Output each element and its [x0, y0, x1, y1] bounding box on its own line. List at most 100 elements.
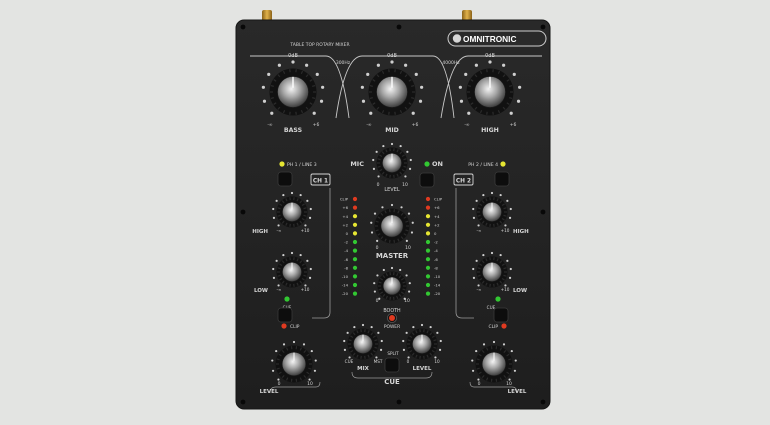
- ch1-level-max: 10: [307, 381, 313, 387]
- ch1-level-min: 0: [278, 381, 281, 387]
- ch1-input-label: PH 1 / LINE 3: [287, 162, 317, 168]
- ch2-level-min: 0: [478, 381, 481, 387]
- ch1-clip-label: CLIP: [290, 324, 300, 330]
- cue-level-min: 0: [407, 359, 410, 364]
- cue-mix-cue-side: CUE: [345, 359, 354, 364]
- right-meter-scale-label: -14: [434, 283, 441, 288]
- eq-mid-max: +6: [412, 122, 419, 128]
- left-meter-scale-label: CLIP: [340, 197, 349, 202]
- left-meter-scale-label: +6: [342, 205, 348, 210]
- mic-on-label: ON: [432, 160, 443, 168]
- cue-mix-label: MIX: [357, 366, 370, 372]
- booth-min: 0: [376, 298, 379, 304]
- left-meter-scale-label: +2: [342, 222, 348, 227]
- eq-bass-max: +6: [313, 122, 320, 128]
- ch1-clip-led: [281, 323, 287, 329]
- ch1-low-max: +10: [301, 287, 310, 292]
- master-min: 0: [376, 245, 379, 251]
- ch1-high-min: -∞: [277, 228, 282, 233]
- left-meter-led: [352, 274, 358, 279]
- mic-max: 10: [402, 182, 408, 188]
- ch2-low-min: -∞: [477, 287, 482, 292]
- booth-max: 10: [404, 298, 410, 304]
- subtitle-text: TABLE TOP ROTARY MIXER: [289, 42, 349, 48]
- brand-logo-icon: [452, 34, 462, 43]
- eq-high-min: -∞: [464, 123, 470, 128]
- mic-level-label: LEVEL: [384, 187, 400, 193]
- ch2-clip-label: CLIP: [489, 324, 499, 330]
- left-meter-scale-label: -14: [342, 283, 349, 288]
- right-meter-scale-label: -4: [434, 248, 438, 253]
- ch1-cue-led: [284, 296, 290, 302]
- ch2-level-label: LEVEL: [508, 389, 527, 395]
- eq-bass-top: 0dB: [288, 53, 298, 59]
- ch2-low-label: LOW: [513, 288, 527, 294]
- ch2-input-button[interactable]: [494, 171, 510, 187]
- right-meter-led: [425, 222, 431, 227]
- ch1-cue-button[interactable]: [277, 307, 293, 323]
- eq-mid-min: -∞: [366, 123, 372, 128]
- brand-logo-text: OMNITRONIC: [463, 34, 516, 44]
- left-meter-led: [352, 239, 358, 245]
- eq-high-max: +6: [510, 122, 517, 128]
- freq-label-low: 300Hz: [336, 60, 351, 66]
- master-label: MASTER: [376, 252, 409, 260]
- right-meter-led: [425, 265, 431, 270]
- eq-mid-top: 0dB: [387, 53, 397, 59]
- left-meter-scale-label: -20: [342, 291, 349, 296]
- ch2-cue-led: [495, 296, 501, 302]
- right-meter-scale-label: +2: [434, 222, 440, 227]
- ch2-cue-button[interactable]: [493, 307, 509, 323]
- ch1-level-label: LEVEL: [260, 389, 279, 395]
- eq-high-label: HIGH: [481, 127, 499, 134]
- right-meter-led: [425, 248, 431, 253]
- right-meter-scale-label: -20: [434, 291, 441, 296]
- ch2-high-min: -∞: [477, 228, 482, 233]
- ch2-high-max: +10: [501, 228, 510, 233]
- right-meter-scale-label: -2: [434, 240, 438, 245]
- ch2-level-max: 10: [506, 381, 512, 387]
- left-meter-scale-label: -6: [344, 257, 348, 262]
- freq-label-high: 4000Hz: [442, 60, 460, 66]
- right-meter-scale-label: -8: [434, 265, 438, 270]
- right-meter-led: [425, 274, 431, 279]
- right-meter-led: [425, 196, 431, 202]
- cue-mix-mst-side: MST: [374, 359, 383, 364]
- left-meter-scale-label: -10: [342, 274, 349, 279]
- ch1-low-label: LOW: [254, 288, 268, 294]
- right-meter-scale-label: +4: [434, 214, 440, 219]
- cue-title: CUE: [384, 378, 400, 386]
- ch1-high-label: HIGH: [252, 229, 268, 235]
- ch2-input-led: [500, 161, 506, 167]
- mic-on-button[interactable]: [419, 172, 435, 188]
- right-meter-led: [425, 231, 431, 236]
- right-meter-scale-label: CLIP: [434, 197, 443, 202]
- left-meter-led: [352, 196, 358, 202]
- cue-split-button[interactable]: [384, 357, 400, 373]
- right-meter-scale-label: -6: [434, 257, 438, 262]
- mixer-product-image: TABLE TOP ROTARY MIXER OMNITRONIC 300Hz …: [235, 10, 551, 410]
- left-meter-led: [352, 222, 358, 227]
- eq-mid-label: MID: [385, 127, 399, 134]
- cue-split-label: SPLIT: [387, 351, 399, 356]
- right-meter-led: [425, 291, 431, 296]
- ch1-name: CH 1: [313, 179, 328, 185]
- ch2-high-label: HIGH: [513, 229, 529, 235]
- ch1-input-led: [279, 161, 285, 167]
- right-meter-led: [425, 257, 431, 262]
- left-meter-led: [352, 205, 358, 210]
- eq-high-top: 0dB: [485, 53, 495, 59]
- right-meter-led: [425, 282, 431, 288]
- ch1-input-button[interactable]: [277, 171, 293, 187]
- ch1-low-min: -∞: [277, 287, 282, 292]
- ch2-clip-led: [501, 323, 507, 329]
- right-meter-scale-label: -10: [434, 274, 441, 279]
- left-meter-led: [352, 248, 358, 253]
- left-meter-scale-label: -2: [344, 240, 348, 245]
- mic-on-led: [424, 161, 430, 167]
- power-led: [389, 315, 395, 321]
- left-meter-led: [352, 214, 358, 219]
- left-meter-led: [352, 291, 358, 296]
- cue-level-label: LEVEL: [413, 366, 432, 372]
- left-meter-scale-label: -8: [344, 265, 348, 270]
